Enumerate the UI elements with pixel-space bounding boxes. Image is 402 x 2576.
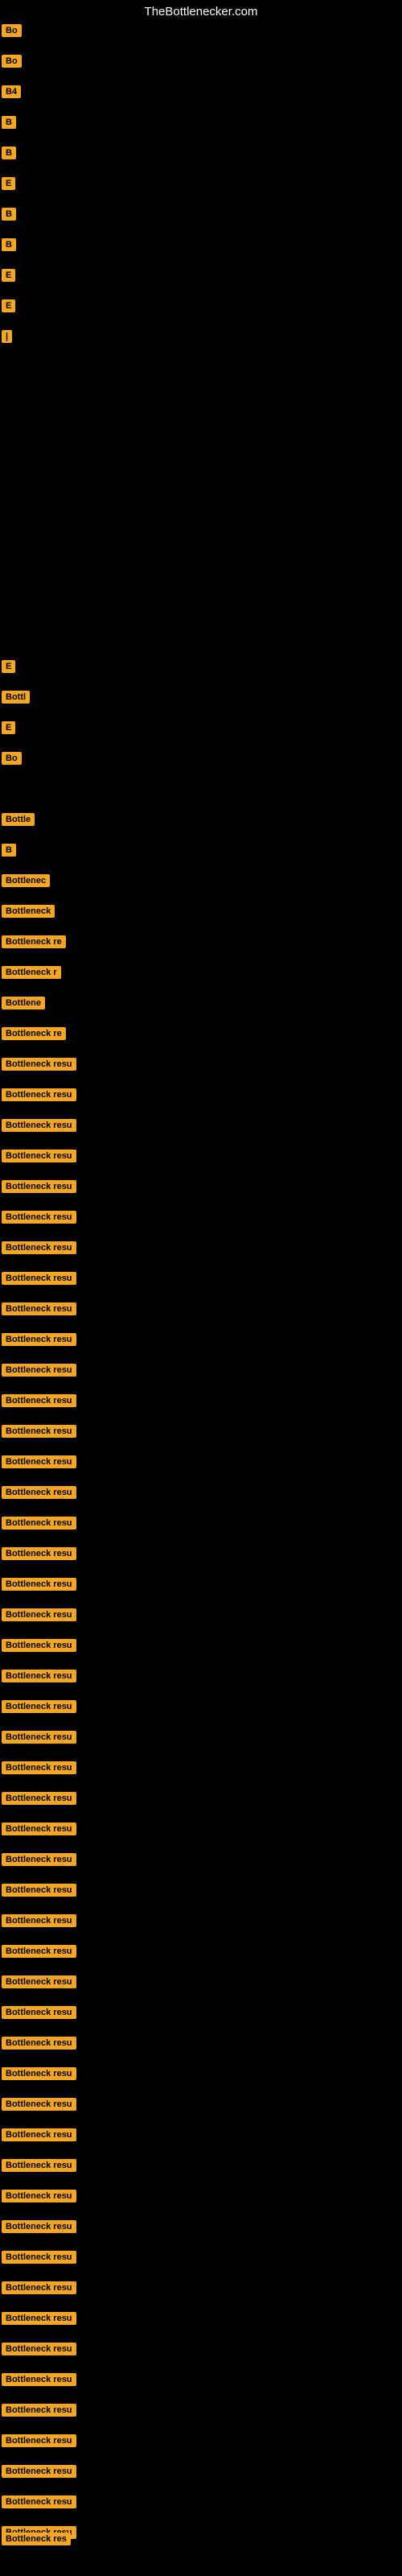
- orange-badge-59[interactable]: Bottleneck resu: [2, 2128, 76, 2141]
- orange-badge-35[interactable]: Bottleneck resu: [2, 1394, 76, 1407]
- orange-badge-19[interactable]: Bottleneck: [2, 905, 55, 918]
- orange-badge-42[interactable]: Bottleneck resu: [2, 1608, 76, 1621]
- orange-badge-61[interactable]: Bottleneck resu: [2, 2190, 76, 2202]
- orange-badge-48[interactable]: Bottleneck resu: [2, 1792, 76, 1805]
- orange-badge-31[interactable]: Bottleneck resu: [2, 1272, 76, 1285]
- orange-badge-6[interactable]: E: [2, 177, 15, 190]
- orange-badge-68[interactable]: Bottleneck resu: [2, 2404, 76, 2417]
- orange-badge-25[interactable]: Bottleneck resu: [2, 1088, 76, 1101]
- orange-badge-4[interactable]: B: [2, 116, 16, 129]
- orange-badge-26[interactable]: Bottleneck resu: [2, 1119, 76, 1132]
- orange-badge-18[interactable]: Bottlenec: [2, 874, 50, 887]
- orange-badge-54[interactable]: Bottleneck resu: [2, 1975, 76, 1988]
- orange-badge-27[interactable]: Bottleneck resu: [2, 1150, 76, 1162]
- orange-badge-66[interactable]: Bottleneck resu: [2, 2343, 76, 2355]
- orange-badge-73[interactable]: Bottleneck res: [2, 2533, 71, 2545]
- orange-badge-13[interactable]: Bottl: [2, 691, 30, 704]
- orange-badge-38[interactable]: Bottleneck resu: [2, 1486, 76, 1499]
- orange-badge-28[interactable]: Bottleneck resu: [2, 1180, 76, 1193]
- orange-badge-5[interactable]: B: [2, 147, 16, 159]
- orange-badge-70[interactable]: Bottleneck resu: [2, 2465, 76, 2478]
- orange-badge-29[interactable]: Bottleneck resu: [2, 1211, 76, 1224]
- orange-badge-23[interactable]: Bottleneck re: [2, 1027, 66, 1040]
- orange-badge-9[interactable]: E: [2, 269, 15, 282]
- orange-badge-45[interactable]: Bottleneck resu: [2, 1700, 76, 1713]
- orange-badge-43[interactable]: Bottleneck resu: [2, 1639, 76, 1652]
- orange-badge-30[interactable]: Bottleneck resu: [2, 1241, 76, 1254]
- orange-badge-1[interactable]: Bo: [2, 24, 22, 37]
- orange-badge-33[interactable]: Bottleneck resu: [2, 1333, 76, 1346]
- orange-badge-65[interactable]: Bottleneck resu: [2, 2312, 76, 2325]
- orange-badge-55[interactable]: Bottleneck resu: [2, 2006, 76, 2019]
- orange-badge-57[interactable]: Bottleneck resu: [2, 2067, 76, 2080]
- orange-badge-63[interactable]: Bottleneck resu: [2, 2251, 76, 2264]
- orange-badge-12[interactable]: E: [2, 660, 15, 673]
- orange-badge-71[interactable]: Bottleneck resu: [2, 2496, 76, 2508]
- orange-badge-20[interactable]: Bottleneck re: [2, 935, 66, 948]
- orange-badge-41[interactable]: Bottleneck resu: [2, 1578, 76, 1591]
- orange-badge-24[interactable]: Bottleneck resu: [2, 1058, 76, 1071]
- orange-badge-69[interactable]: Bottleneck resu: [2, 2434, 76, 2447]
- orange-badge-67[interactable]: Bottleneck resu: [2, 2373, 76, 2386]
- orange-badge-52[interactable]: Bottleneck resu: [2, 1914, 76, 1927]
- orange-badge-62[interactable]: Bottleneck resu: [2, 2220, 76, 2233]
- orange-badge-16[interactable]: Bottle: [2, 813, 35, 826]
- site-title: TheBottlenecker.com: [0, 0, 402, 23]
- orange-badge-2[interactable]: Bo: [2, 55, 22, 68]
- orange-badge-40[interactable]: Bottleneck resu: [2, 1547, 76, 1560]
- orange-badge-60[interactable]: Bottleneck resu: [2, 2159, 76, 2172]
- orange-badge-11[interactable]: |: [2, 330, 12, 343]
- orange-badge-3[interactable]: B4: [2, 85, 21, 98]
- orange-badge-46[interactable]: Bottleneck resu: [2, 1731, 76, 1744]
- orange-badge-64[interactable]: Bottleneck resu: [2, 2281, 76, 2294]
- orange-badge-15[interactable]: Bo: [2, 752, 22, 765]
- orange-badge-7[interactable]: B: [2, 208, 16, 221]
- orange-badge-14[interactable]: E: [2, 721, 15, 734]
- orange-badge-36[interactable]: Bottleneck resu: [2, 1425, 76, 1438]
- orange-badge-21[interactable]: Bottleneck r: [2, 966, 61, 979]
- orange-badge-51[interactable]: Bottleneck resu: [2, 1884, 76, 1897]
- orange-badge-10[interactable]: E: [2, 299, 15, 312]
- orange-badge-37[interactable]: Bottleneck resu: [2, 1455, 76, 1468]
- orange-badge-47[interactable]: Bottleneck resu: [2, 1761, 76, 1774]
- orange-badge-50[interactable]: Bottleneck resu: [2, 1853, 76, 1866]
- orange-badge-56[interactable]: Bottleneck resu: [2, 2037, 76, 2050]
- orange-badge-17[interactable]: B: [2, 844, 16, 857]
- orange-badge-49[interactable]: Bottleneck resu: [2, 1823, 76, 1835]
- orange-badge-32[interactable]: Bottleneck resu: [2, 1302, 76, 1315]
- page-container: TheBottlenecker.com Bo Bo B4 B B E B B E E | E Bottl…: [0, 0, 402, 2576]
- orange-badge-8[interactable]: B: [2, 238, 16, 251]
- orange-badge-53[interactable]: Bottleneck resu: [2, 1945, 76, 1958]
- orange-badge-34[interactable]: Bottleneck resu: [2, 1364, 76, 1377]
- orange-badge-58[interactable]: Bottleneck resu: [2, 2098, 76, 2111]
- orange-badge-22[interactable]: Bottlene: [2, 997, 45, 1009]
- orange-badge-44[interactable]: Bottleneck resu: [2, 1670, 76, 1682]
- orange-badge-39[interactable]: Bottleneck resu: [2, 1517, 76, 1530]
